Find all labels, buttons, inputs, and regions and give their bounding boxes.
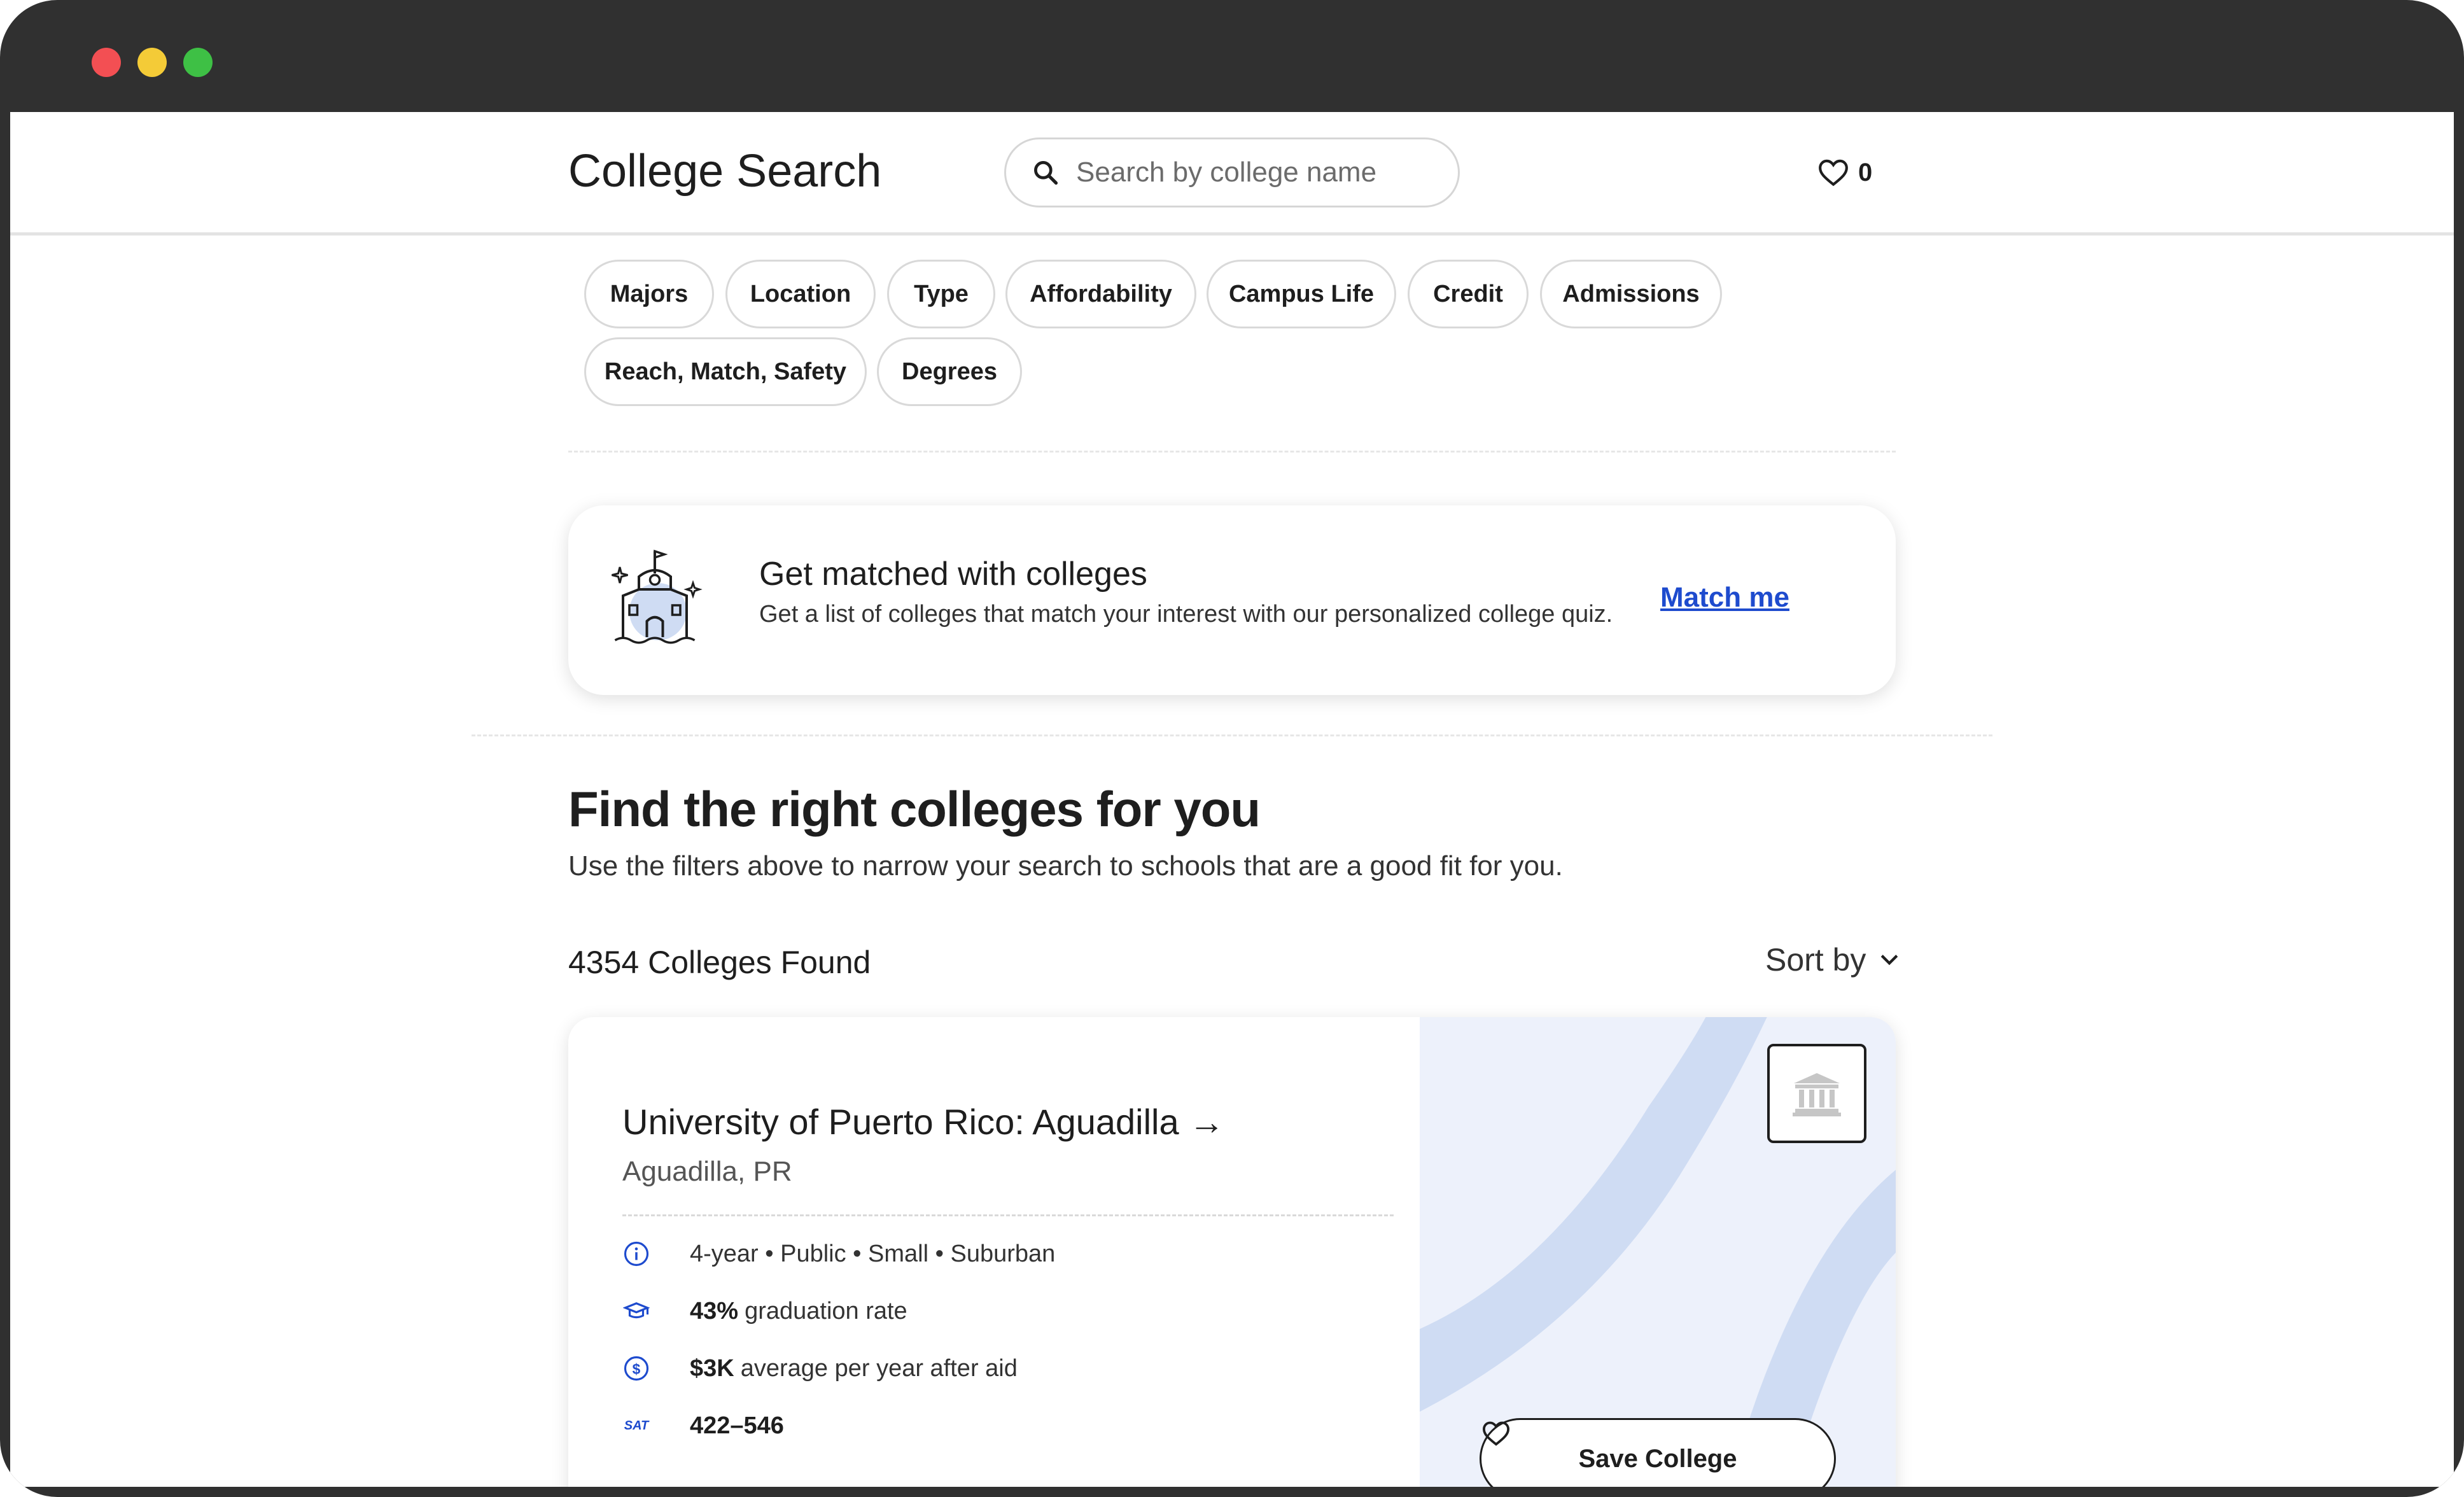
cost-label: average per year after aid [740,1354,1018,1382]
college-match-card: Get matched with colleges Get a list of … [568,505,1896,695]
filter-location[interactable]: Location [725,260,876,328]
favorites-button[interactable]: 0 [1817,153,1872,192]
search-box[interactable] [1004,137,1460,207]
results-subheading: Use the filters above to narrow your sea… [568,850,1563,882]
match-card-title: Get matched with colleges [759,556,1147,593]
heart-icon [1482,1421,1510,1446]
filter-majors[interactable]: Majors [584,260,714,328]
graduation-rate-value: 43% [690,1297,739,1325]
match-me-link[interactable]: Match me [1660,582,1789,614]
site-title: College Search [568,146,882,197]
filter-type[interactable]: Type [887,260,995,328]
window-close-button[interactable] [92,48,121,77]
window-maximize-button[interactable] [183,48,213,77]
favorites-count: 0 [1858,158,1873,186]
sat-row: SAT 422–546 [622,1412,790,1440]
sort-dropdown[interactable]: Sort by [1765,941,1899,978]
sat-badge-text: SAT [624,1418,649,1433]
graduation-cap-icon [622,1297,650,1325]
college-type-text: 4-year • Public • Small • Suburban [690,1240,1056,1267]
window-frame: College Search 0 Majors Location Type Af… [0,0,2464,1497]
save-college-label: Save College [1578,1444,1737,1473]
sat-range: 422–546 [690,1412,784,1439]
college-location: Aguadilla, PR [622,1156,792,1187]
window-minimize-button[interactable] [137,48,167,77]
sat-badge: SAT [622,1412,650,1440]
site-header: College Search 0 [10,112,2454,235]
info-icon [622,1240,650,1268]
filter-degrees[interactable]: Degrees [877,337,1022,406]
search-input[interactable] [1076,157,1432,188]
search-icon [1034,161,1058,185]
svg-text:$: $ [633,1361,641,1377]
college-type-row: 4-year • Public • Small • Suburban [622,1240,1055,1268]
filter-admissions[interactable]: Admissions [1540,260,1722,328]
college-name-link[interactable]: University of Puerto Rico: Aguadilla → [622,1101,1224,1142]
filter-reach-match-safety[interactable]: Reach, Match, Safety [584,337,867,406]
cost-value: $3K [690,1354,734,1382]
card-divider [622,1214,1394,1216]
cost-row: $ $3K average per year after aid [622,1354,1018,1382]
browser-viewport: College Search 0 Majors Location Type Af… [10,112,2454,1487]
graduation-rate-row: 43% graduation rate [622,1297,907,1325]
graduation-rate-label: graduation rate [745,1297,907,1325]
save-college-button[interactable]: Save College [1480,1418,1836,1487]
results-heading: Find the right colleges for you [568,781,1261,837]
school-building-icon [612,549,703,644]
chevron-down-icon [1881,955,1898,966]
match-card-subtitle: Get a list of colleges that match your i… [759,601,1613,628]
college-card[interactable]: Save College University of Puerto Rico: … [568,1017,1896,1487]
college-logo [1767,1044,1866,1143]
sort-label: Sort by [1765,942,1866,978]
heart-icon [1819,159,1848,186]
section-divider [568,451,1896,453]
results-count: 4354 Colleges Found [568,945,871,980]
filter-affordability[interactable]: Affordability [1005,260,1196,328]
filter-campus-life[interactable]: Campus Life [1207,260,1396,328]
filter-credit[interactable]: Credit [1408,260,1529,328]
institution-icon [1793,1073,1841,1116]
dollar-icon: $ [622,1354,650,1382]
section-divider [472,734,1992,736]
